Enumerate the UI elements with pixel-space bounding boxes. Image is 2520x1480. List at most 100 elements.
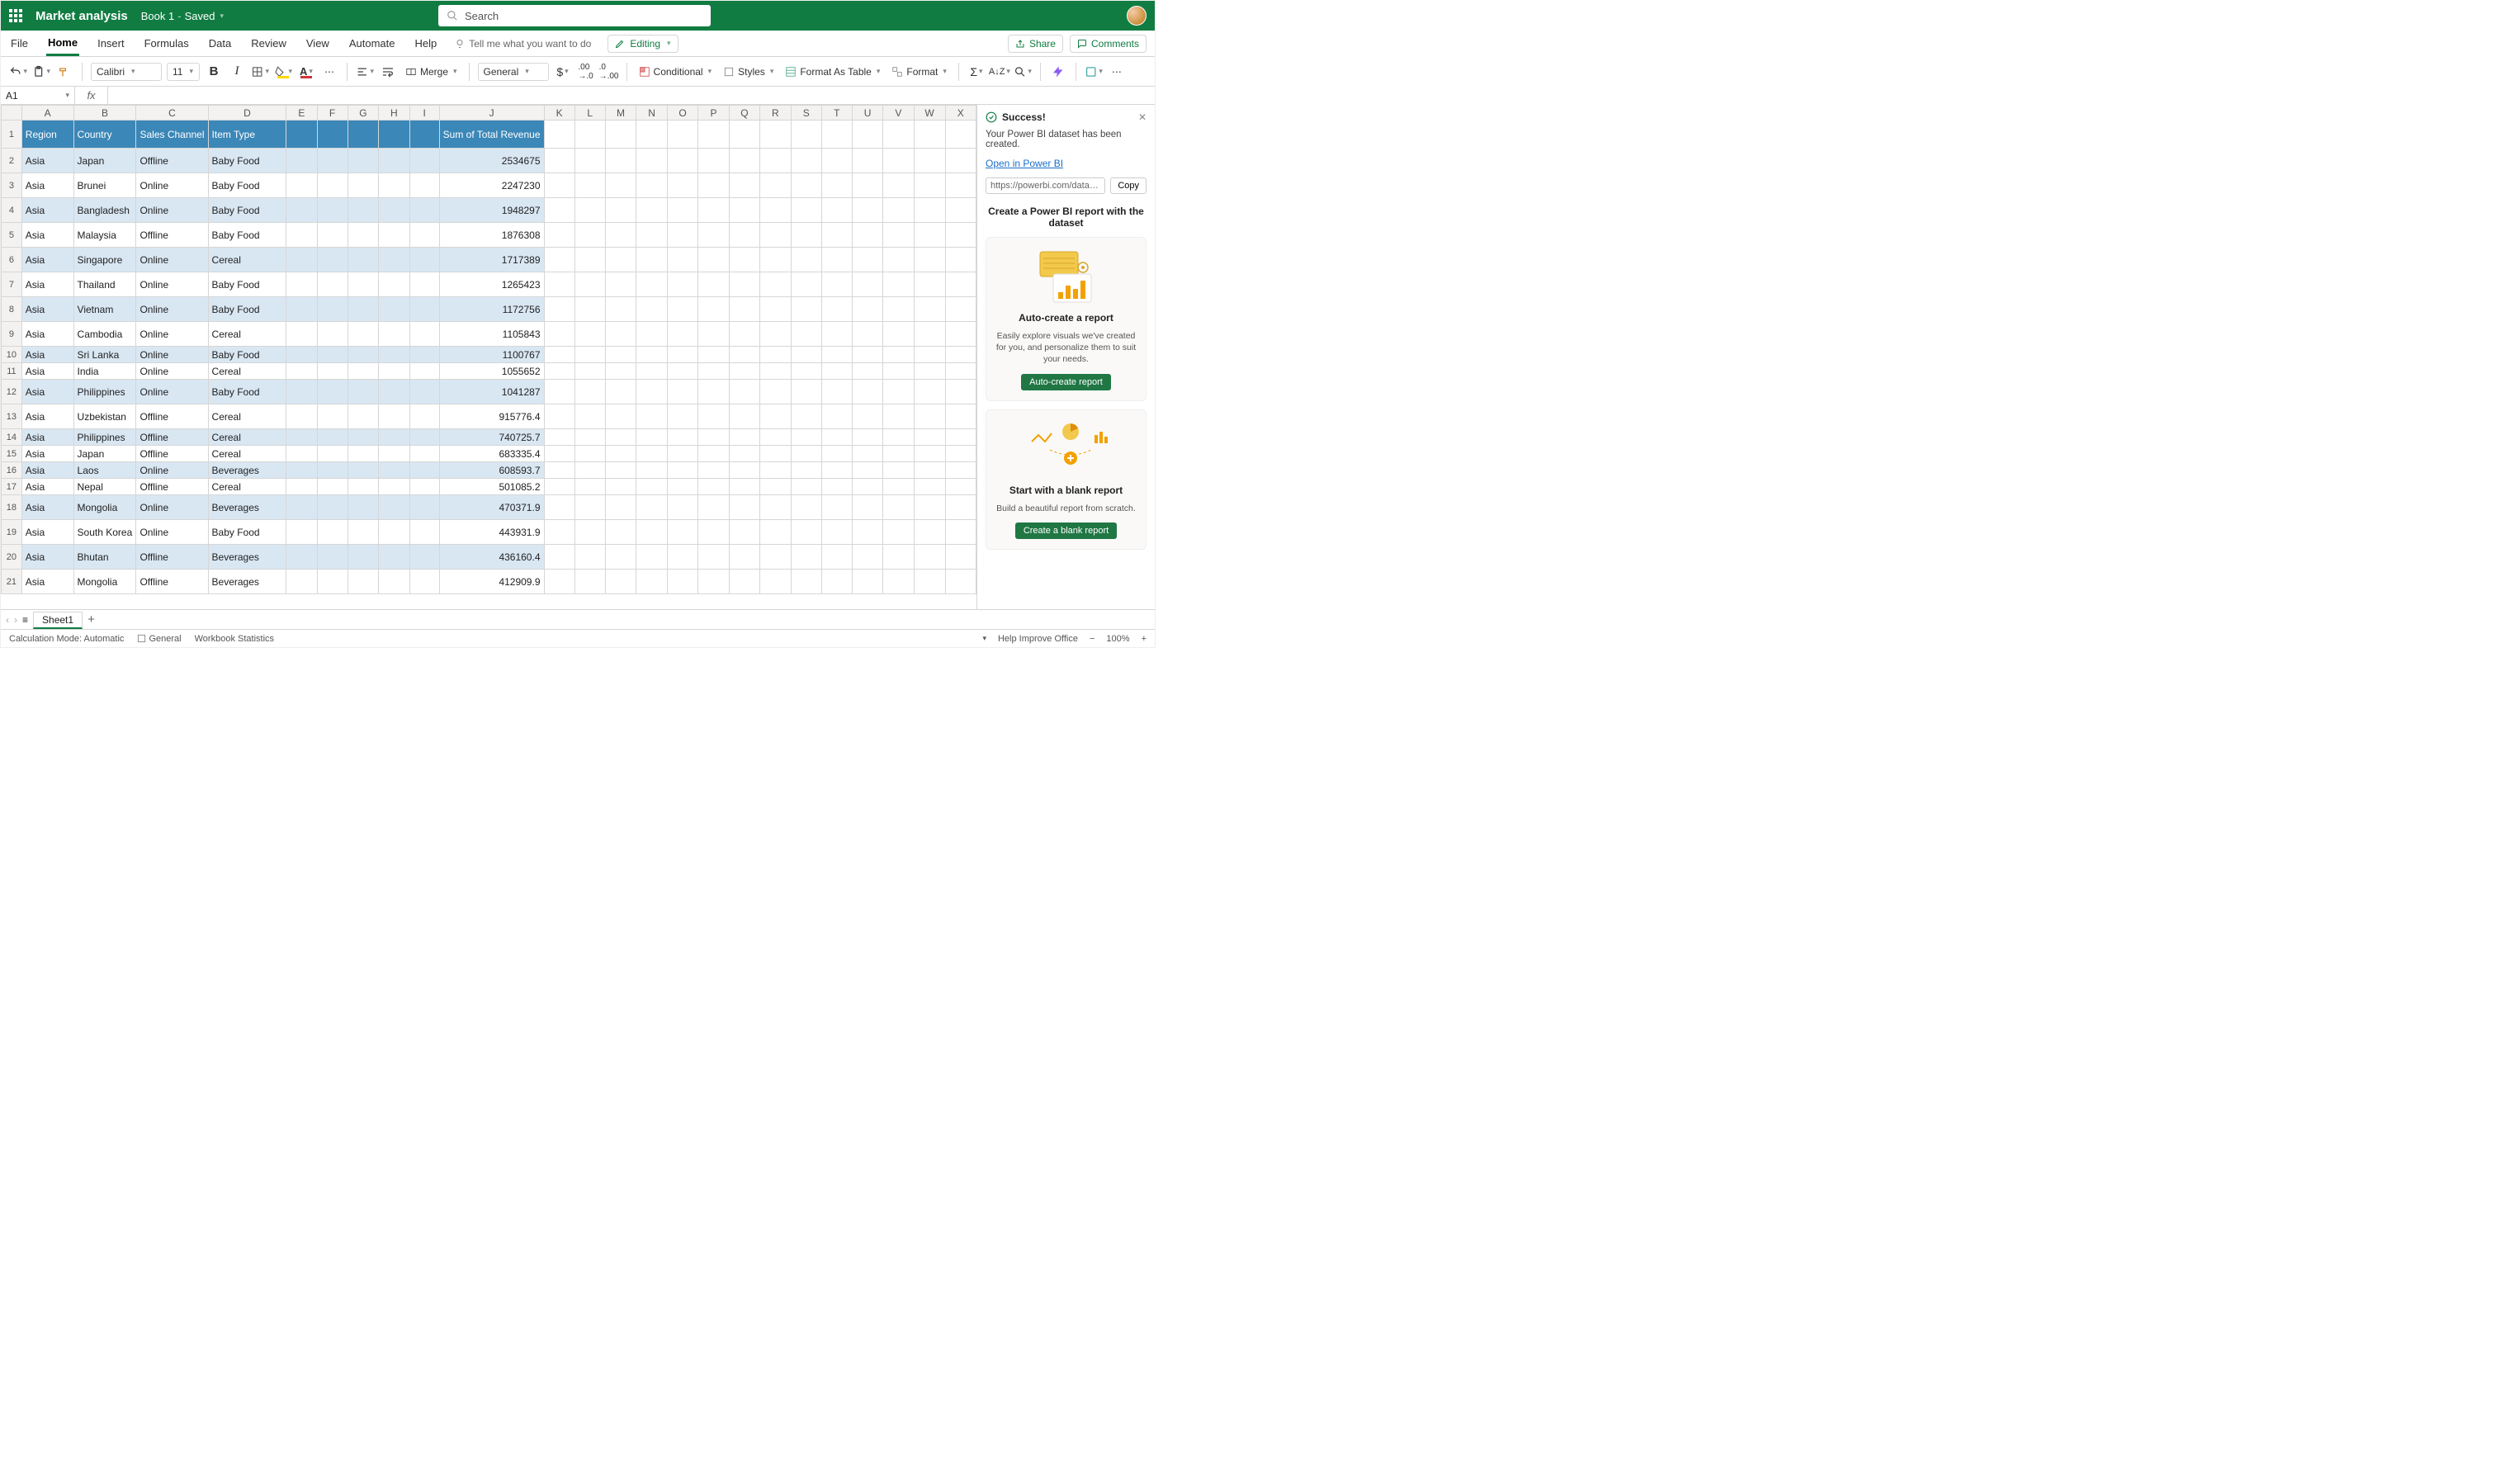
cell[interactable]: Bhutan xyxy=(73,545,136,570)
cell[interactable] xyxy=(729,272,760,297)
cell[interactable] xyxy=(852,404,882,429)
cell[interactable]: South Korea xyxy=(73,520,136,545)
cell[interactable]: Offline xyxy=(136,404,208,429)
share-button[interactable]: Share xyxy=(1008,35,1063,53)
cell[interactable] xyxy=(729,479,760,495)
cell[interactable] xyxy=(760,121,791,149)
cell[interactable] xyxy=(636,347,667,363)
cell[interactable]: 1876308 xyxy=(439,223,544,248)
cell[interactable] xyxy=(852,446,882,462)
cell[interactable] xyxy=(821,570,852,594)
cell[interactable] xyxy=(286,404,317,429)
cell[interactable]: Asia xyxy=(21,198,73,223)
cell[interactable] xyxy=(605,347,636,363)
row-header[interactable]: 6 xyxy=(2,248,22,272)
cell[interactable] xyxy=(574,429,605,446)
cell[interactable] xyxy=(821,223,852,248)
column-header[interactable]: N xyxy=(636,106,667,121)
cell[interactable] xyxy=(286,248,317,272)
help-improve-link[interactable]: Help Improve Office xyxy=(998,634,1078,644)
cell[interactable] xyxy=(636,429,667,446)
cell[interactable]: Asia xyxy=(21,248,73,272)
cell[interactable] xyxy=(667,495,698,520)
cell[interactable] xyxy=(636,462,667,479)
column-header[interactable]: P xyxy=(698,106,729,121)
cell[interactable] xyxy=(760,479,791,495)
find-button[interactable]: ▾ xyxy=(1014,63,1032,81)
cell[interactable] xyxy=(317,322,348,347)
cell[interactable]: Baby Food xyxy=(208,272,286,297)
cell[interactable] xyxy=(348,404,379,429)
cell[interactable] xyxy=(945,462,976,479)
cell[interactable]: Japan xyxy=(73,149,136,173)
cell[interactable] xyxy=(379,429,409,446)
cell[interactable] xyxy=(409,446,439,462)
cell[interactable] xyxy=(791,347,821,363)
cell[interactable] xyxy=(667,479,698,495)
cell[interactable] xyxy=(544,545,574,570)
cell[interactable] xyxy=(945,173,976,198)
cell[interactable] xyxy=(636,173,667,198)
cell[interactable] xyxy=(348,446,379,462)
cell[interactable] xyxy=(379,404,409,429)
column-header[interactable]: U xyxy=(852,106,882,121)
cell[interactable] xyxy=(574,495,605,520)
cell[interactable]: Item Type xyxy=(208,121,286,149)
cell[interactable] xyxy=(698,363,729,380)
cell[interactable] xyxy=(852,462,882,479)
cell[interactable] xyxy=(544,121,574,149)
cell[interactable]: Baby Food xyxy=(208,223,286,248)
user-avatar[interactable] xyxy=(1127,6,1147,26)
cell[interactable]: Asia xyxy=(21,322,73,347)
cell[interactable]: Philippines xyxy=(73,429,136,446)
cell[interactable] xyxy=(729,520,760,545)
cell[interactable] xyxy=(636,363,667,380)
cell[interactable] xyxy=(574,570,605,594)
cell[interactable] xyxy=(698,520,729,545)
cell[interactable]: 1100767 xyxy=(439,347,544,363)
formula-input[interactable] xyxy=(108,87,1155,104)
column-header[interactable]: V xyxy=(883,106,914,121)
cell[interactable] xyxy=(348,363,379,380)
cell[interactable] xyxy=(379,446,409,462)
cell[interactable] xyxy=(574,173,605,198)
cell[interactable] xyxy=(348,462,379,479)
row-header[interactable]: 9 xyxy=(2,322,22,347)
cell[interactable] xyxy=(605,404,636,429)
cell[interactable] xyxy=(574,545,605,570)
cell[interactable]: Online xyxy=(136,198,208,223)
cell[interactable] xyxy=(605,198,636,223)
cell[interactable]: Offline xyxy=(136,479,208,495)
cell[interactable]: Asia xyxy=(21,272,73,297)
cell[interactable] xyxy=(821,198,852,223)
tab-view[interactable]: View xyxy=(305,32,331,54)
column-header[interactable]: F xyxy=(317,106,348,121)
cell[interactable] xyxy=(544,363,574,380)
align-button[interactable]: ▾ xyxy=(356,63,374,81)
row-header[interactable]: 2 xyxy=(2,149,22,173)
cell[interactable] xyxy=(317,570,348,594)
cell[interactable] xyxy=(729,347,760,363)
cell[interactable] xyxy=(852,322,882,347)
cell[interactable] xyxy=(667,322,698,347)
cell[interactable]: 1055652 xyxy=(439,363,544,380)
cell[interactable]: Thailand xyxy=(73,272,136,297)
cell[interactable]: Cambodia xyxy=(73,322,136,347)
cell[interactable] xyxy=(883,223,914,248)
cell[interactable] xyxy=(286,520,317,545)
cell[interactable] xyxy=(317,380,348,404)
cell[interactable] xyxy=(945,248,976,272)
cell[interactable]: Mongolia xyxy=(73,570,136,594)
cell[interactable]: Asia xyxy=(21,570,73,594)
cell[interactable]: Asia xyxy=(21,173,73,198)
cell[interactable]: Offline xyxy=(136,570,208,594)
all-sheets-button[interactable]: ≡ xyxy=(22,614,28,626)
cell[interactable]: Baby Food xyxy=(208,380,286,404)
cell[interactable]: Asia xyxy=(21,297,73,322)
cell[interactable] xyxy=(379,198,409,223)
cell[interactable] xyxy=(317,347,348,363)
cell[interactable] xyxy=(883,322,914,347)
tab-data[interactable]: Data xyxy=(207,32,233,54)
column-header[interactable]: E xyxy=(286,106,317,121)
cell[interactable] xyxy=(605,363,636,380)
